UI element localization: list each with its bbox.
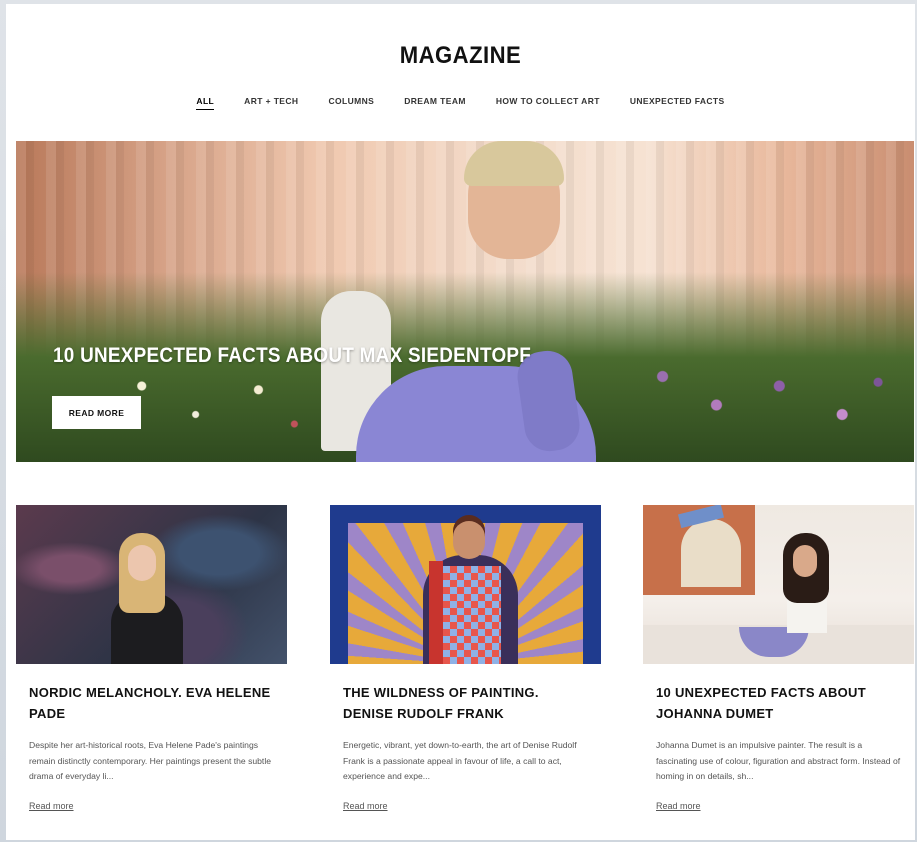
article-title[interactable]: NORDIC MELANCHOLY. EVA HELENE PADE (29, 682, 274, 724)
article-read-more-link[interactable]: Read more (29, 801, 74, 811)
article-read-more-link[interactable]: Read more (343, 801, 388, 811)
article-excerpt: Energetic, vibrant, yet down-to-earth, t… (343, 740, 577, 781)
nav-item-how-to-collect-art[interactable]: HOW TO COLLECT ART (496, 96, 600, 110)
category-nav: ALL ART + TECH COLUMNS DREAM TEAM HOW TO… (6, 96, 915, 110)
hero-person-hair-image (464, 141, 564, 186)
nav-item-art-tech[interactable]: ART + TECH (244, 96, 298, 110)
article-card[interactable]: THE WILDNESS OF PAINTING. DENISE RUDOLF … (330, 505, 601, 811)
article-excerpt: Johanna Dumet is an impulsive painter. T… (656, 740, 901, 781)
article-grid: NORDIC MELANCHOLY. EVA HELENE PADE Despi… (16, 505, 914, 835)
article-excerpt: Despite her art-historical roots, Eva He… (29, 740, 272, 781)
article-image[interactable] (16, 505, 287, 664)
magazine-page: MAGAZINE ALL ART + TECH COLUMNS DREAM TE… (6, 4, 915, 840)
hero-read-more-button[interactable]: READ MORE (52, 396, 141, 429)
nav-item-dream-team[interactable]: DREAM TEAM (404, 96, 466, 110)
article-image[interactable] (643, 505, 914, 664)
article-read-more-link[interactable]: Read more (656, 801, 701, 811)
article-title[interactable]: THE WILDNESS OF PAINTING. DENISE RUDOLF … (343, 682, 588, 724)
article-portrait-image (111, 533, 183, 664)
site-logo[interactable]: MAGAZINE (42, 42, 878, 70)
nav-item-unexpected-facts[interactable]: UNEXPECTED FACTS (630, 96, 725, 110)
nav-item-all[interactable]: ALL (196, 96, 215, 110)
article-card[interactable]: NORDIC MELANCHOLY. EVA HELENE PADE Despi… (16, 505, 287, 811)
article-card[interactable]: 10 UNEXPECTED FACTS ABOUT JOHANNA DUMET … (643, 505, 914, 811)
article-portrait-image (781, 533, 841, 643)
hero-banner[interactable]: 10 UNEXPECTED FACTS ABOUT MAX SIEDENTOPF… (16, 141, 914, 462)
article-image[interactable] (330, 505, 601, 664)
nav-item-columns[interactable]: COLUMNS (328, 96, 374, 110)
article-portrait-image (415, 521, 525, 664)
hero-title[interactable]: 10 UNEXPECTED FACTS ABOUT MAX SIEDENTOPF (53, 344, 531, 368)
article-title[interactable]: 10 UNEXPECTED FACTS ABOUT JOHANNA DUMET (656, 682, 901, 724)
